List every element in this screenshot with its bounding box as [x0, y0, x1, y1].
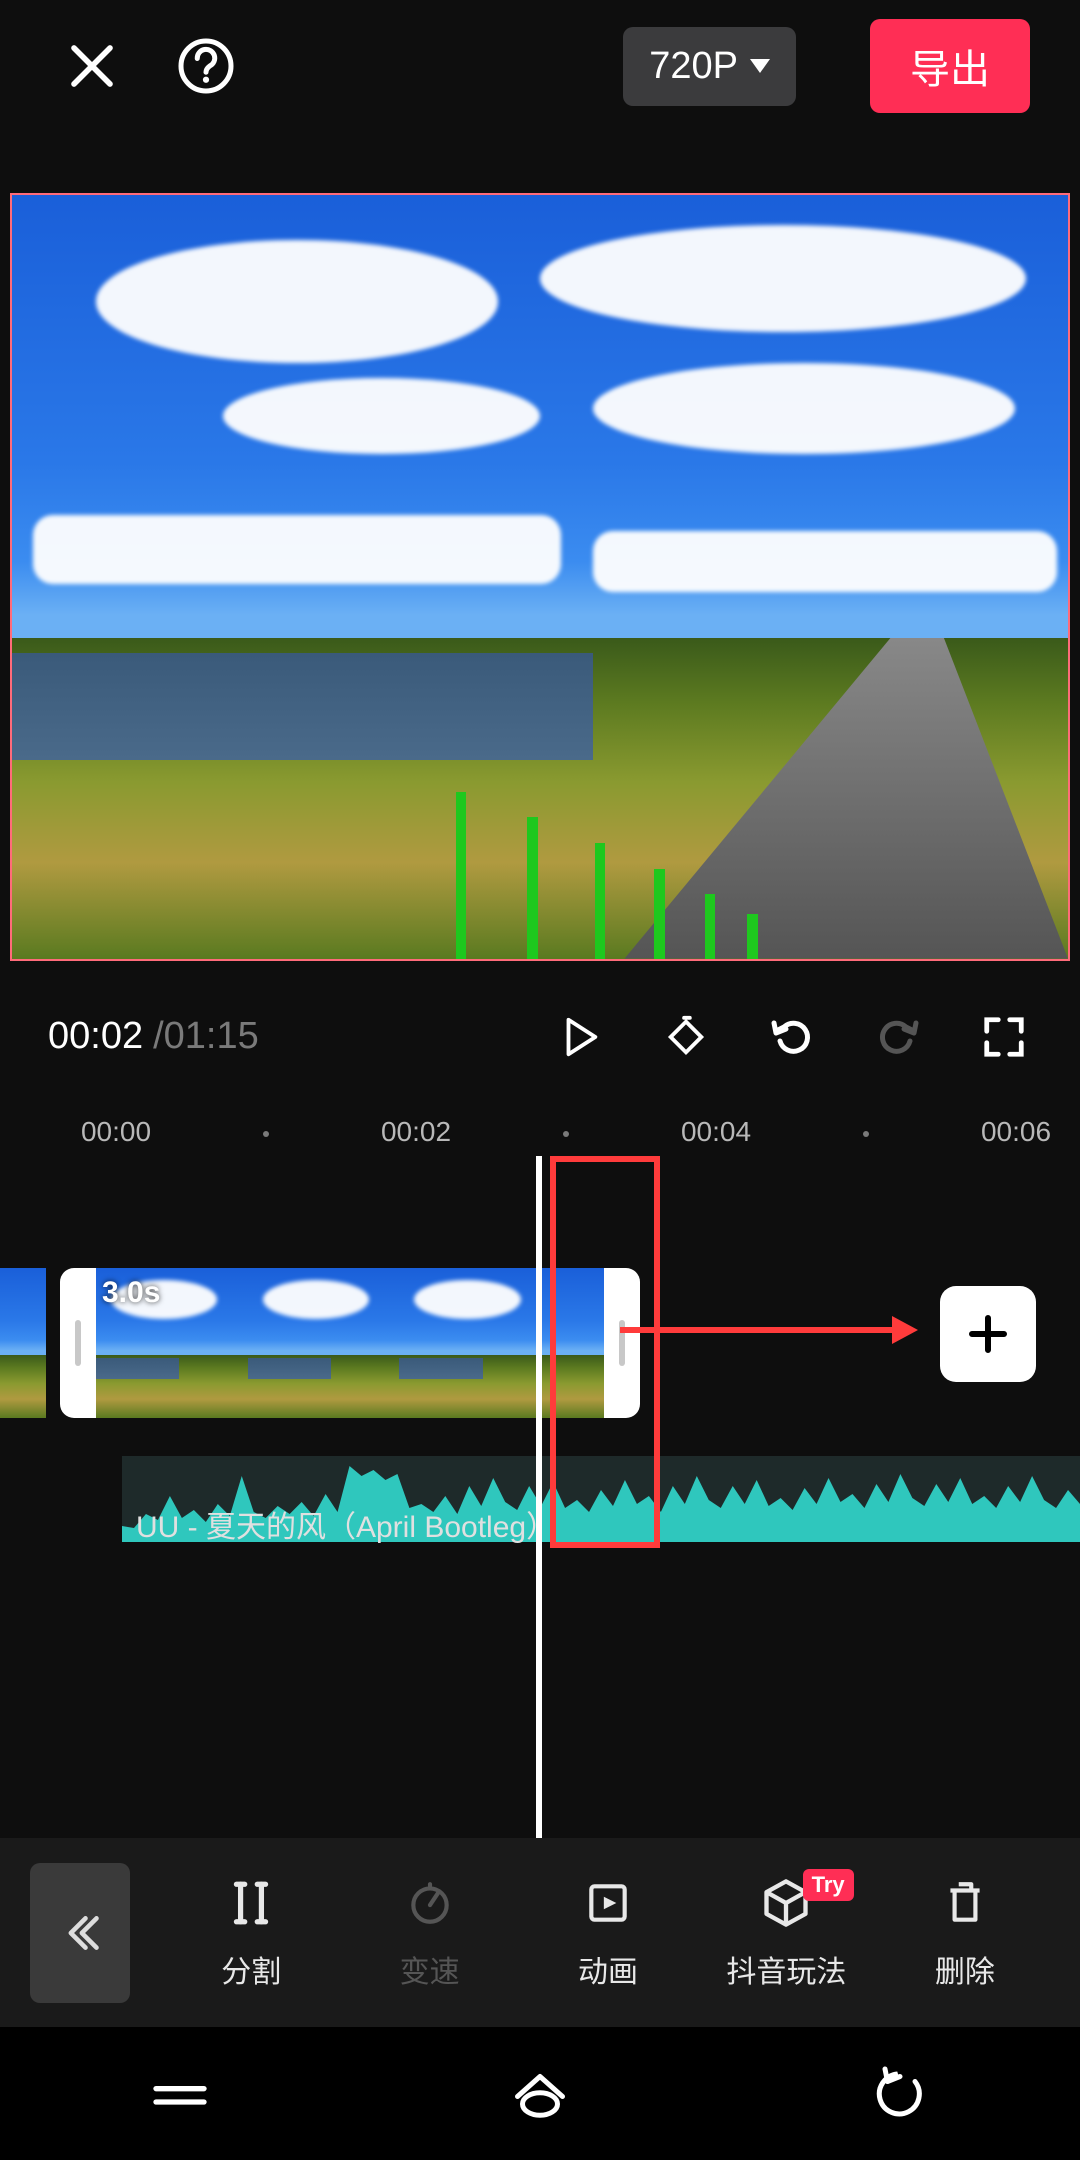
play-icon[interactable] [552, 1009, 608, 1065]
ruler-dot [263, 1131, 269, 1137]
tool-animation[interactable]: 动画 [523, 1875, 693, 1991]
ruler-dot [563, 1131, 569, 1137]
tool-douyin-label: 抖音玩法 [726, 1947, 846, 1991]
playhead[interactable] [536, 1156, 542, 1838]
ruler-t1: 00:02 [381, 1116, 451, 1148]
tool-delete-label: 删除 [935, 1947, 995, 1991]
nav-recent-icon[interactable] [140, 2064, 220, 2124]
tool-speed-label: 变速 [400, 1947, 460, 1991]
player-controls: 00:02 / 01:15 [0, 961, 1080, 1109]
resolution-dropdown[interactable]: 720P [623, 27, 796, 106]
annotation-arrow [620, 1320, 920, 1340]
timeline-ruler[interactable]: 00:00 00:02 00:04 00:06 [0, 1109, 1080, 1156]
close-icon[interactable] [60, 34, 124, 98]
timeline-tracks[interactable]: 3.0s UU - 夏天的风（April Bootleg） [0, 1156, 1080, 1838]
tool-split[interactable]: 分割 [166, 1875, 336, 1991]
speed-icon [402, 1875, 458, 1931]
try-badge: Try [803, 1869, 854, 1901]
undo-icon[interactable] [764, 1009, 820, 1065]
video-preview[interactable] [10, 193, 1070, 961]
keyframe-icon[interactable] [658, 1009, 714, 1065]
device-navbar [0, 2027, 1080, 2160]
collapse-toolbar-button[interactable] [30, 1863, 130, 2003]
export-button[interactable]: 导出 [870, 19, 1030, 113]
animation-icon [580, 1875, 636, 1931]
split-icon [223, 1875, 279, 1931]
current-time: 00:02 [48, 1015, 143, 1058]
nav-home-icon[interactable] [500, 2064, 580, 2124]
ruler-dot [863, 1131, 869, 1137]
edit-toolbar: 分割 变速 动画 Try 抖音玩法 删除 [0, 1838, 1080, 2027]
duration-time: 01:15 [164, 1015, 259, 1058]
annotation-box [550, 1156, 660, 1548]
ruler-t2: 00:04 [681, 1116, 751, 1148]
help-icon[interactable] [174, 34, 238, 98]
tool-speed: 变速 [344, 1875, 514, 1991]
preview-container [0, 133, 1080, 961]
audio-label: UU - 夏天的风（April Bootleg） [136, 1502, 556, 1546]
tool-animation-label: 动画 [578, 1947, 638, 1991]
trash-icon [937, 1875, 993, 1931]
ruler-t3: 00:06 [981, 1116, 1051, 1148]
topbar: 720P 导出 [0, 0, 1080, 133]
redo-icon [870, 1009, 926, 1065]
resolution-label: 720P [649, 45, 738, 88]
tool-delete[interactable]: 删除 [880, 1875, 1050, 1991]
tool-split-label: 分割 [221, 1947, 281, 1991]
tool-douyin[interactable]: Try 抖音玩法 [701, 1875, 871, 1991]
clip-handle-left[interactable] [60, 1268, 96, 1418]
ruler-t0: 00:00 [81, 1116, 151, 1148]
clip-duration-badge: 3.0s [102, 1276, 160, 1310]
fullscreen-icon[interactable] [976, 1009, 1032, 1065]
nav-back-icon[interactable] [860, 2064, 940, 2124]
caret-down-icon [750, 59, 770, 73]
time-separator: / [153, 1015, 164, 1058]
add-clip-button[interactable] [940, 1286, 1036, 1382]
